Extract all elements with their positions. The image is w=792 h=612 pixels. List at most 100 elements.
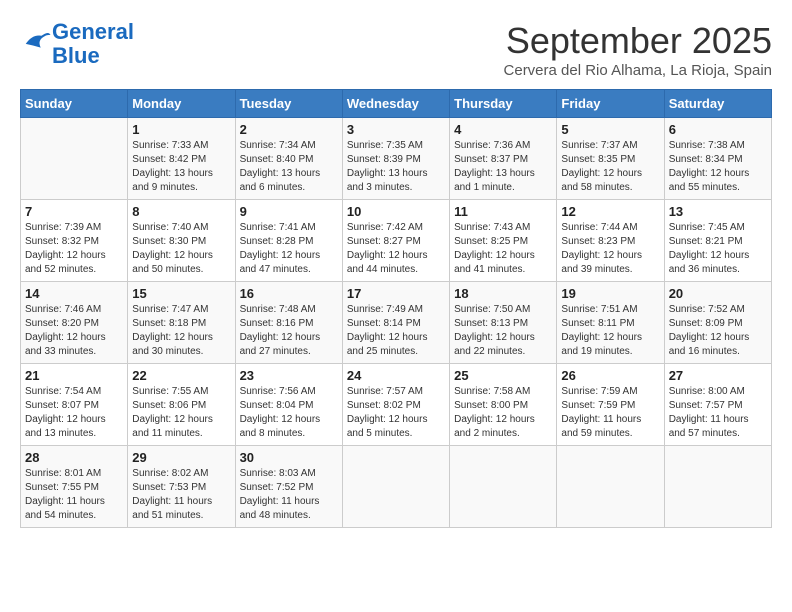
calendar-cell: 25 Sunrise: 7:58 AMSunset: 8:00 PMDayligh… [450, 364, 557, 446]
calendar-cell: 21 Sunrise: 7:54 AMSunset: 8:07 PMDayligh… [21, 364, 128, 446]
calendar-week-1: 1 Sunrise: 7:33 AMSunset: 8:42 PMDaylight… [21, 118, 772, 200]
day-info: Sunrise: 7:42 AMSunset: 8:27 PMDaylight:… [347, 221, 445, 277]
day-info: Sunrise: 7:59 AMSunset: 7:59 PMDaylight:… [561, 385, 659, 441]
calendar-cell: 14 Sunrise: 7:46 AMSunset: 8:20 PMDayligh… [21, 282, 128, 364]
day-info: Sunrise: 7:55 AMSunset: 8:06 PMDaylight:… [132, 385, 230, 441]
day-number: 18 [454, 286, 552, 301]
calendar-cell: 13Sunrise: 7:45 AMSunset: 8:21 PMDayligh… [664, 200, 771, 282]
day-info: Sunrise: 7:44 AMSunset: 8:23 PMDaylight:… [561, 221, 659, 277]
day-info: Sunrise: 7:36 AMSunset: 8:37 PMDaylight:… [454, 139, 552, 195]
day-info: Sunrise: 8:01 AMSunset: 7:55 PMDaylight:… [25, 467, 123, 523]
day-info: Sunrise: 7:45 AMSunset: 8:21 PMDaylight:… [669, 221, 767, 277]
day-number: 8 [132, 204, 230, 219]
calendar-cell [342, 446, 449, 528]
day-info: Sunrise: 7:58 AMSunset: 8:00 PMDaylight:… [454, 385, 552, 441]
day-info: Sunrise: 7:39 AMSunset: 8:32 PMDaylight:… [25, 221, 123, 277]
day-info: Sunrise: 7:34 AMSunset: 8:40 PMDaylight:… [240, 139, 338, 195]
calendar-table: SundayMondayTuesdayWednesdayThursdayFrid… [20, 89, 772, 528]
day-number: 3 [347, 122, 445, 137]
calendar-cell: 1 Sunrise: 7:33 AMSunset: 8:42 PMDaylight… [128, 118, 235, 200]
day-number: 9 [240, 204, 338, 219]
calendar-cell: 20Sunrise: 7:52 AMSunset: 8:09 PMDayligh… [664, 282, 771, 364]
day-info: Sunrise: 7:49 AMSunset: 8:14 PMDaylight:… [347, 303, 445, 359]
day-info: Sunrise: 7:48 AMSunset: 8:16 PMDaylight:… [240, 303, 338, 359]
weekday-header-sunday: Sunday [21, 90, 128, 118]
day-info: Sunrise: 7:57 AMSunset: 8:02 PMDaylight:… [347, 385, 445, 441]
day-info: Sunrise: 7:33 AMSunset: 8:42 PMDaylight:… [132, 139, 230, 195]
calendar-cell: 10Sunrise: 7:42 AMSunset: 8:27 PMDayligh… [342, 200, 449, 282]
day-number: 29 [132, 450, 230, 465]
calendar-cell: 17Sunrise: 7:49 AMSunset: 8:14 PMDayligh… [342, 282, 449, 364]
calendar-cell: 11 Sunrise: 7:43 AMSunset: 8:25 PMDayligh… [450, 200, 557, 282]
day-number: 15 [132, 286, 230, 301]
day-number: 28 [25, 450, 123, 465]
weekday-header-saturday: Saturday [664, 90, 771, 118]
calendar-week-2: 7Sunrise: 7:39 AMSunset: 8:32 PMDaylight… [21, 200, 772, 282]
day-info: Sunrise: 7:51 AMSunset: 8:11 PMDaylight:… [561, 303, 659, 359]
calendar-cell: 29 Sunrise: 8:02 AMSunset: 7:53 PMDayligh… [128, 446, 235, 528]
calendar-cell: 7Sunrise: 7:39 AMSunset: 8:32 PMDaylight… [21, 200, 128, 282]
day-number: 6 [669, 122, 767, 137]
day-number: 1 [132, 122, 230, 137]
weekday-header-friday: Friday [557, 90, 664, 118]
day-number: 24 [347, 368, 445, 383]
calendar-cell: 9 Sunrise: 7:41 AMSunset: 8:28 PMDaylight… [235, 200, 342, 282]
day-info: Sunrise: 7:47 AMSunset: 8:18 PMDaylight:… [132, 303, 230, 359]
weekday-header-thursday: Thursday [450, 90, 557, 118]
calendar-cell: 2 Sunrise: 7:34 AMSunset: 8:40 PMDaylight… [235, 118, 342, 200]
day-info: Sunrise: 7:54 AMSunset: 8:07 PMDaylight:… [25, 385, 123, 441]
day-info: Sunrise: 7:50 AMSunset: 8:13 PMDaylight:… [454, 303, 552, 359]
day-number: 5 [561, 122, 659, 137]
logo-text: General Blue [52, 20, 134, 68]
calendar-cell [21, 118, 128, 200]
calendar-cell: 26 Sunrise: 7:59 AMSunset: 7:59 PMDayligh… [557, 364, 664, 446]
day-number: 11 [454, 204, 552, 219]
month-title: September 2025 [504, 20, 772, 62]
calendar-cell [557, 446, 664, 528]
day-info: Sunrise: 7:46 AMSunset: 8:20 PMDaylight:… [25, 303, 123, 359]
day-info: Sunrise: 8:02 AMSunset: 7:53 PMDaylight:… [132, 467, 230, 523]
calendar-cell: 3 Sunrise: 7:35 AMSunset: 8:39 PMDaylight… [342, 118, 449, 200]
weekday-header-tuesday: Tuesday [235, 90, 342, 118]
calendar-cell: 5 Sunrise: 7:37 AMSunset: 8:35 PMDaylight… [557, 118, 664, 200]
day-number: 30 [240, 450, 338, 465]
day-number: 16 [240, 286, 338, 301]
day-info: Sunrise: 7:35 AMSunset: 8:39 PMDaylight:… [347, 139, 445, 195]
day-number: 12 [561, 204, 659, 219]
day-number: 22 [132, 368, 230, 383]
calendar-cell: 19Sunrise: 7:51 AMSunset: 8:11 PMDayligh… [557, 282, 664, 364]
day-info: Sunrise: 7:52 AMSunset: 8:09 PMDaylight:… [669, 303, 767, 359]
day-number: 27 [669, 368, 767, 383]
day-number: 25 [454, 368, 552, 383]
calendar-cell: 8 Sunrise: 7:40 AMSunset: 8:30 PMDaylight… [128, 200, 235, 282]
page-header: General Blue September 2025 Cervera del … [20, 20, 772, 79]
calendar-cell: 15 Sunrise: 7:47 AMSunset: 8:18 PMDayligh… [128, 282, 235, 364]
day-info: Sunrise: 7:41 AMSunset: 8:28 PMDaylight:… [240, 221, 338, 277]
day-info: Sunrise: 7:40 AMSunset: 8:30 PMDaylight:… [132, 221, 230, 277]
location: Cervera del Rio Alhama, La Rioja, Spain [504, 62, 772, 79]
day-info: Sunrise: 8:03 AMSunset: 7:52 PMDaylight:… [240, 467, 338, 523]
day-number: 14 [25, 286, 123, 301]
calendar-cell: 23Sunrise: 7:56 AMSunset: 8:04 PMDayligh… [235, 364, 342, 446]
calendar-week-5: 28 Sunrise: 8:01 AMSunset: 7:55 PMDayligh… [21, 446, 772, 528]
day-info: Sunrise: 7:43 AMSunset: 8:25 PMDaylight:… [454, 221, 552, 277]
calendar-cell: 27 Sunrise: 8:00 AMSunset: 7:57 PMDayligh… [664, 364, 771, 446]
calendar-cell: 12 Sunrise: 7:44 AMSunset: 8:23 PMDayligh… [557, 200, 664, 282]
day-number: 2 [240, 122, 338, 137]
day-number: 26 [561, 368, 659, 383]
calendar-cell: 18 Sunrise: 7:50 AMSunset: 8:13 PMDayligh… [450, 282, 557, 364]
calendar-cell: 24 Sunrise: 7:57 AMSunset: 8:02 PMDayligh… [342, 364, 449, 446]
day-number: 4 [454, 122, 552, 137]
calendar-cell: 6Sunrise: 7:38 AMSunset: 8:34 PMDaylight… [664, 118, 771, 200]
logo: General Blue [20, 20, 134, 68]
calendar-cell [450, 446, 557, 528]
title-block: September 2025 Cervera del Rio Alhama, L… [504, 20, 772, 79]
calendar-cell: 4 Sunrise: 7:36 AMSunset: 8:37 PMDaylight… [450, 118, 557, 200]
day-number: 21 [25, 368, 123, 383]
calendar-week-3: 14 Sunrise: 7:46 AMSunset: 8:20 PMDayligh… [21, 282, 772, 364]
day-info: Sunrise: 8:00 AMSunset: 7:57 PMDaylight:… [669, 385, 767, 441]
weekday-header-row: SundayMondayTuesdayWednesdayThursdayFrid… [21, 90, 772, 118]
day-info: Sunrise: 7:37 AMSunset: 8:35 PMDaylight:… [561, 139, 659, 195]
calendar-cell: 30 Sunrise: 8:03 AMSunset: 7:52 PMDayligh… [235, 446, 342, 528]
calendar-cell: 22 Sunrise: 7:55 AMSunset: 8:06 PMDayligh… [128, 364, 235, 446]
